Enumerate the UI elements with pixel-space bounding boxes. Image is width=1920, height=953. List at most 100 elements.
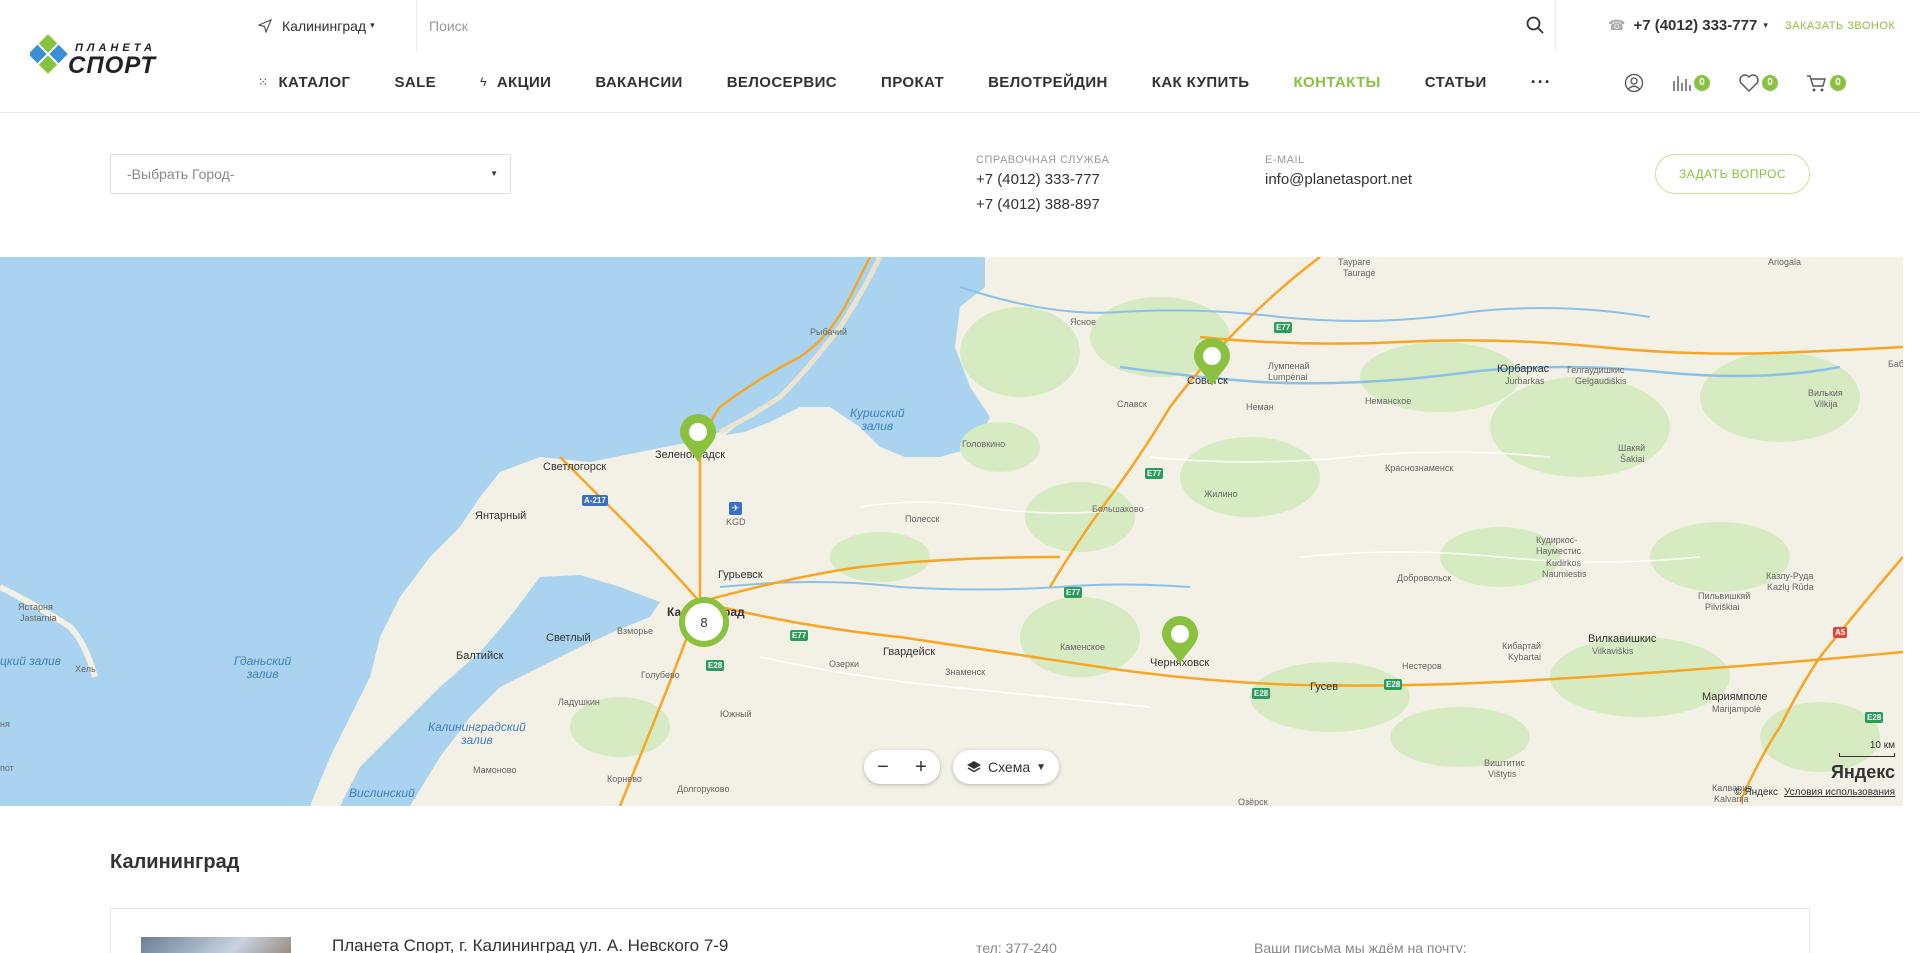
cart-icon — [1807, 75, 1826, 92]
callback-link[interactable]: ЗАКАЗАТЬ ЗВОНОК — [1785, 20, 1895, 32]
place-label: Жилино — [1204, 489, 1238, 499]
email-link[interactable]: info@planetasport.net — [1265, 171, 1412, 188]
zoom-in-button[interactable]: + — [904, 756, 938, 779]
location-arrow-icon — [258, 18, 272, 33]
place-label: пот — [0, 763, 14, 773]
place-label: Знаменск — [945, 667, 986, 677]
store-phone: тел: 377-240 — [976, 940, 1057, 953]
place-label: ня — [0, 719, 10, 729]
place-label: Kudirkos — [1546, 558, 1582, 568]
help-phone-1[interactable]: +7 (4012) 333-777 — [976, 171, 1100, 188]
place-label: Pilviškiai — [1705, 602, 1740, 612]
place-label: Краснознаменск — [1385, 463, 1454, 473]
city-selector[interactable]: Калининград ▾ — [258, 0, 416, 51]
nav-catalog[interactable]: ⁙ КАТАЛОГ — [258, 74, 350, 91]
place-label: Неманское — [1365, 396, 1412, 406]
zoom-out-button[interactable]: − — [866, 756, 900, 779]
place-label: Головкино — [962, 439, 1006, 449]
place-label: Vilkaviškis — [1592, 646, 1634, 656]
email-label: E-MAIL — [1265, 154, 1305, 166]
zoom-controls: − + — [864, 750, 940, 784]
place-label: Кудиркос- — [1536, 535, 1578, 545]
search-input[interactable] — [417, 0, 1555, 51]
airport-icon: ✈ — [729, 502, 742, 515]
place-label: Tauragė — [1343, 268, 1376, 278]
city-dropdown-value: -Выбрать Город- — [127, 166, 235, 182]
place-label: Рыбачий — [810, 327, 847, 337]
nav-promotions[interactable]: ϟ АКЦИИ — [480, 74, 551, 91]
store-email-label: Ваши письма мы ждём на почту: — [1254, 940, 1467, 953]
place-label: Балтийск — [456, 650, 504, 662]
place-label: Вилькия — [1808, 388, 1843, 398]
road-sign: A5 — [1833, 627, 1848, 638]
place-label: Ariogala — [1768, 257, 1802, 267]
account-button[interactable] — [1624, 73, 1644, 93]
place-label: Вилкавишкис — [1588, 633, 1657, 645]
store-cluster-kaliningrad[interactable]: 8 — [679, 597, 729, 647]
place-label: Полесск — [905, 514, 940, 524]
nav-vacancies[interactable]: ВАКАНСИИ — [595, 74, 682, 91]
road-sign: E77 — [1145, 468, 1164, 479]
nav-label: КАК КУПИТЬ — [1151, 73, 1250, 91]
nav-articles[interactable]: СТАТЬИ — [1425, 74, 1487, 91]
site-logo[interactable]: ПЛАНЕТА СПОРТ — [28, 30, 225, 80]
heart-icon — [1739, 74, 1759, 92]
ask-question-button[interactable]: ЗАДАТЬ ВОПРОС — [1655, 154, 1810, 194]
place-label: Гурьевск — [718, 569, 763, 581]
nav-label: ВЕЛОСЕРВИС — [726, 73, 838, 91]
store-pin-sovetsk[interactable] — [1192, 336, 1232, 388]
store-name[interactable]: Планета Спорт, г. Калининград ул. А. Нев… — [332, 936, 728, 953]
place-label: Гусев — [1310, 681, 1339, 693]
favorites-count-badge: 0 — [1762, 75, 1778, 91]
chevron-down-icon: ▾ — [370, 20, 375, 30]
phone-icon: ☎ — [1608, 17, 1626, 33]
place-label: Озерки — [829, 659, 860, 669]
cart-button[interactable]: 0 — [1806, 73, 1846, 93]
logo-icon: ПЛАНЕТА СПОРТ — [28, 34, 156, 79]
nav-label: ВАКАНСИИ — [595, 73, 683, 91]
place-label: Мариямполе — [1702, 691, 1768, 703]
help-phone-2[interactable]: +7 (4012) 388-897 — [976, 196, 1100, 213]
place-label: Ястарня — [18, 602, 53, 612]
header-phone[interactable]: ☎ +7 (4012) 333-777 ▾ — [1608, 0, 1768, 51]
water-label: Калининградский залив — [428, 720, 526, 747]
user-icon — [1624, 73, 1644, 93]
place-label: Баб — [1888, 359, 1903, 369]
place-label: Южный — [720, 709, 752, 719]
nav-more[interactable]: ··· — [1531, 72, 1552, 93]
chevron-down-icon: ▼ — [490, 169, 498, 178]
water-label: цкий залив — [0, 654, 61, 668]
favorites-button[interactable]: 0 — [1738, 73, 1778, 93]
place-label: Kazlų Rūda — [1767, 582, 1814, 592]
header-actions: 0 0 0 — [1624, 68, 1846, 98]
place-label: Ладушкин — [558, 697, 600, 707]
city-dropdown[interactable]: -Выбрать Город- ▼ — [110, 154, 511, 194]
cart-count-badge: 0 — [1830, 75, 1846, 91]
nav-contacts[interactable]: КОНТАКТЫ — [1293, 74, 1380, 91]
site-header: ПЛАНЕТА СПОРТ Калининград ▾ ☎ +7 (4012) … — [0, 0, 1920, 113]
terms-link[interactable]: Условия использования — [1784, 787, 1895, 798]
nav-rental[interactable]: ПРОКАТ — [881, 74, 944, 91]
place-label: Naumiestis — [1542, 569, 1587, 579]
yandex-logo[interactable]: Яндекс — [1831, 762, 1895, 783]
place-label: Казлу-Руда — [1766, 571, 1814, 581]
place-label: Лумпенай — [1268, 361, 1310, 371]
nav-bike-service[interactable]: ВЕЛОСЕРВИС — [727, 74, 837, 91]
nav-sale[interactable]: SALE — [394, 74, 436, 91]
layers-label: Схема — [987, 759, 1031, 775]
nav-how-to-buy[interactable]: КАК КУПИТЬ — [1152, 74, 1250, 91]
store-map[interactable]: Зеленоградск Светлогорск Янтарный Калини… — [0, 257, 1903, 806]
place-label: Jastarnia — [20, 613, 57, 623]
nav-bike-tradein[interactable]: ВЕЛОТРЕЙДИН — [988, 74, 1108, 91]
store-photo[interactable] — [141, 937, 291, 953]
place-label: Взморье — [617, 626, 654, 636]
compare-chart-icon — [1673, 76, 1691, 91]
map-layers-button[interactable]: Схема ▼ — [953, 750, 1059, 784]
search-icon[interactable] — [1525, 15, 1545, 35]
place-label: Нестеров — [1402, 661, 1442, 671]
place-label: Шакяй — [1618, 443, 1646, 453]
store-card: Планета Спорт, г. Калининград ул. А. Нев… — [110, 908, 1810, 953]
compare-button[interactable]: 0 — [1672, 73, 1710, 93]
store-pin-chernyakhovsk[interactable] — [1160, 614, 1200, 666]
store-pin-zelenogradsk[interactable] — [678, 412, 718, 464]
